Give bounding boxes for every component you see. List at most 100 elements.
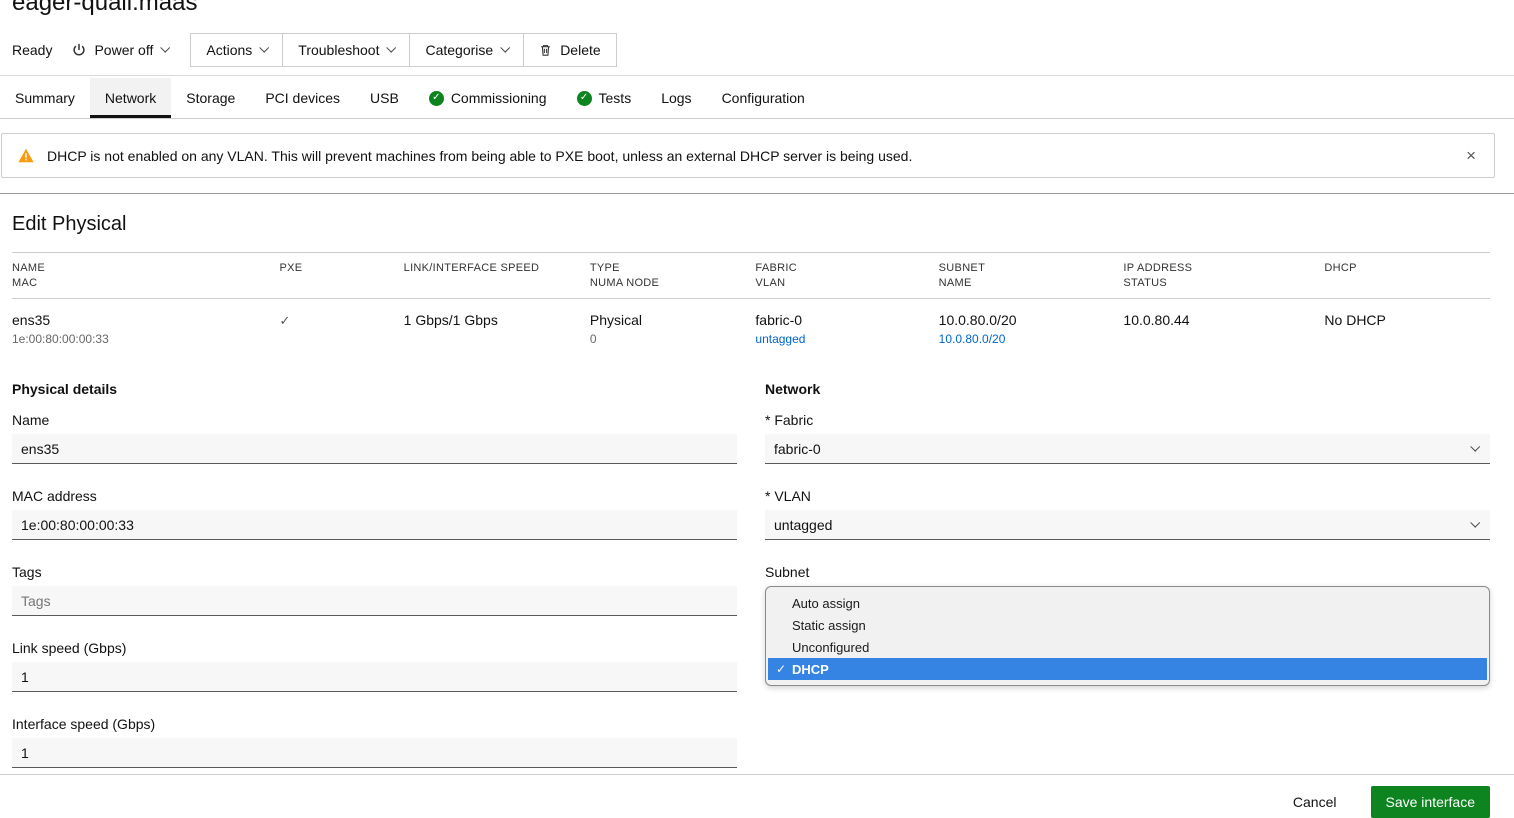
tab-logs[interactable]: Logs bbox=[646, 78, 706, 118]
power-icon bbox=[72, 43, 86, 57]
subnet-link[interactable]: 10.0.80.0/20 bbox=[939, 332, 1116, 346]
tab-usb[interactable]: USB bbox=[355, 78, 414, 118]
vlan-field-group: * VLAN untagged bbox=[765, 488, 1490, 540]
fabric-label: * Fabric bbox=[765, 412, 1490, 428]
chevron-down-icon bbox=[161, 43, 171, 53]
mac-field-group: MAC address bbox=[12, 488, 737, 540]
col-header-pxe: PXE bbox=[280, 253, 404, 299]
tab-configuration[interactable]: Configuration bbox=[707, 78, 820, 118]
tab-tests[interactable]: ✓ Tests bbox=[562, 78, 647, 118]
form-footer: Cancel Save interface bbox=[0, 774, 1514, 818]
cell-pxe: ✓ bbox=[280, 299, 404, 372]
col-header-type-numa: TYPENUMA NODE bbox=[590, 253, 756, 299]
trash-icon bbox=[539, 43, 552, 57]
cancel-button[interactable]: Cancel bbox=[1289, 788, 1341, 816]
delete-button[interactable]: Delete bbox=[523, 34, 615, 66]
name-field-group: Name bbox=[12, 412, 737, 464]
subnet-option-static-assign[interactable]: Static assign bbox=[768, 614, 1487, 636]
chevron-down-icon bbox=[1470, 517, 1480, 527]
tab-storage[interactable]: Storage bbox=[171, 78, 250, 118]
actions-button[interactable]: Actions bbox=[191, 34, 282, 66]
machine-status: Ready bbox=[12, 42, 52, 58]
machine-title: eager-quail.maas bbox=[12, 0, 1502, 16]
chevron-down-icon bbox=[500, 43, 510, 53]
tab-network[interactable]: Network bbox=[90, 78, 171, 118]
fabric-field-group: * Fabric fabric-0 bbox=[765, 412, 1490, 464]
cell-fabric-vlan: fabric-0 untagged bbox=[755, 299, 938, 372]
cell-name-mac: ens35 1e:00:80:00:00:33 bbox=[12, 299, 280, 372]
categorise-label: Categorise bbox=[425, 42, 493, 58]
edit-physical-card: Edit Physical NAMEMAC PXE LINK/INTERFACE… bbox=[0, 193, 1514, 818]
cell-ip-status: 10.0.80.44 bbox=[1123, 299, 1324, 372]
header-divider bbox=[0, 75, 1514, 76]
subnet-option-unconfigured[interactable]: Unconfigured bbox=[768, 636, 1487, 658]
tags-label: Tags bbox=[12, 564, 737, 580]
dhcp-warning-banner: DHCP is not enabled on any VLAN. This wi… bbox=[1, 133, 1495, 178]
page-header: eager-quail.maas Ready Power off Actions… bbox=[0, 0, 1514, 68]
tab-summary[interactable]: Summary bbox=[0, 78, 90, 118]
chevron-down-icon bbox=[260, 43, 270, 53]
cell-subnet: 10.0.80.0/20 10.0.80.0/20 bbox=[939, 299, 1124, 372]
subnet-option-auto-assign[interactable]: Auto assign bbox=[768, 592, 1487, 614]
mac-input[interactable] bbox=[12, 510, 737, 540]
physical-details-heading: Physical details bbox=[12, 381, 737, 397]
action-row: Ready Power off Actions Troubleshoot Cat… bbox=[12, 32, 1502, 68]
actions-label: Actions bbox=[206, 42, 252, 58]
table-header-row: NAMEMAC PXE LINK/INTERFACE SPEED TYPENUM… bbox=[12, 253, 1490, 299]
power-off-button[interactable]: Power off bbox=[66, 36, 174, 64]
action-button-group: Actions Troubleshoot Categorise Delete bbox=[190, 33, 616, 67]
tags-input[interactable] bbox=[12, 586, 737, 616]
interface-mac: 1e:00:80:00:00:33 bbox=[12, 332, 272, 346]
save-interface-button[interactable]: Save interface bbox=[1371, 786, 1491, 818]
link-speed-input[interactable] bbox=[12, 662, 737, 692]
col-header-name-mac: NAMEMAC bbox=[12, 253, 280, 299]
close-icon[interactable]: × bbox=[1464, 147, 1478, 164]
subnet-label: Subnet bbox=[765, 564, 1490, 580]
fabric-select[interactable]: fabric-0 bbox=[765, 434, 1490, 464]
subnet-dropdown-open: Auto assign Static assign Unconfigured ✓… bbox=[765, 586, 1490, 686]
physical-details-column: Physical details Name MAC address Tags L… bbox=[12, 377, 737, 768]
network-heading: Network bbox=[765, 381, 1490, 397]
interface-speed-input[interactable] bbox=[12, 738, 737, 768]
tab-pci-devices[interactable]: PCI devices bbox=[250, 78, 355, 118]
machine-tabs: Summary Network Storage PCI devices USB … bbox=[0, 78, 1514, 119]
col-header-speed: LINK/INTERFACE SPEED bbox=[404, 253, 590, 299]
col-header-dhcp: DHCP bbox=[1324, 253, 1490, 299]
vlan-select[interactable]: untagged bbox=[765, 510, 1490, 540]
categorise-button[interactable]: Categorise bbox=[409, 34, 523, 66]
col-header-subnet-name: SUBNETNAME bbox=[939, 253, 1124, 299]
table-row: ens35 1e:00:80:00:00:33 ✓ 1 Gbps/1 Gbps … bbox=[12, 299, 1490, 372]
cell-speed: 1 Gbps/1 Gbps bbox=[404, 299, 590, 372]
tags-field-group: Tags bbox=[12, 564, 737, 616]
tab-commissioning[interactable]: ✓ Commissioning bbox=[414, 78, 562, 118]
chevron-down-icon bbox=[387, 43, 397, 53]
troubleshoot-label: Troubleshoot bbox=[298, 42, 379, 58]
interface-name: ens35 bbox=[12, 312, 272, 328]
name-label: Name bbox=[12, 412, 737, 428]
power-label: Power off bbox=[94, 42, 153, 58]
interface-table: NAMEMAC PXE LINK/INTERFACE SPEED TYPENUM… bbox=[12, 252, 1490, 371]
troubleshoot-button[interactable]: Troubleshoot bbox=[282, 34, 409, 66]
subnet-field-group: Subnet Auto assign Static assign Unconfi… bbox=[765, 564, 1490, 686]
interface-speed-field-group: Interface speed (Gbps) bbox=[12, 716, 737, 768]
success-icon: ✓ bbox=[429, 91, 444, 106]
numa-node: 0 bbox=[590, 332, 748, 346]
delete-label: Delete bbox=[560, 42, 600, 58]
edit-physical-form: Physical details Name MAC address Tags L… bbox=[12, 377, 1490, 768]
chevron-down-icon bbox=[1470, 441, 1480, 451]
col-header-ip-status: IP ADDRESSSTATUS bbox=[1123, 253, 1324, 299]
subnet-option-dhcp[interactable]: ✓ DHCP bbox=[768, 658, 1487, 680]
success-icon: ✓ bbox=[577, 91, 592, 106]
col-header-fabric-vlan: FABRICVLAN bbox=[755, 253, 938, 299]
warning-message: DHCP is not enabled on any VLAN. This wi… bbox=[47, 148, 912, 164]
vlan-link[interactable]: untagged bbox=[755, 332, 930, 346]
warning-icon bbox=[18, 148, 34, 163]
pxe-check-icon: ✓ bbox=[280, 313, 291, 328]
interface-speed-label: Interface speed (Gbps) bbox=[12, 716, 737, 732]
name-input[interactable] bbox=[12, 434, 737, 464]
link-speed-field-group: Link speed (Gbps) bbox=[12, 640, 737, 692]
cell-type-numa: Physical 0 bbox=[590, 299, 756, 372]
network-column: Network * Fabric fabric-0 * VLAN untagge… bbox=[765, 377, 1490, 768]
selected-check-icon: ✓ bbox=[776, 662, 792, 676]
cell-dhcp: No DHCP bbox=[1324, 299, 1490, 372]
